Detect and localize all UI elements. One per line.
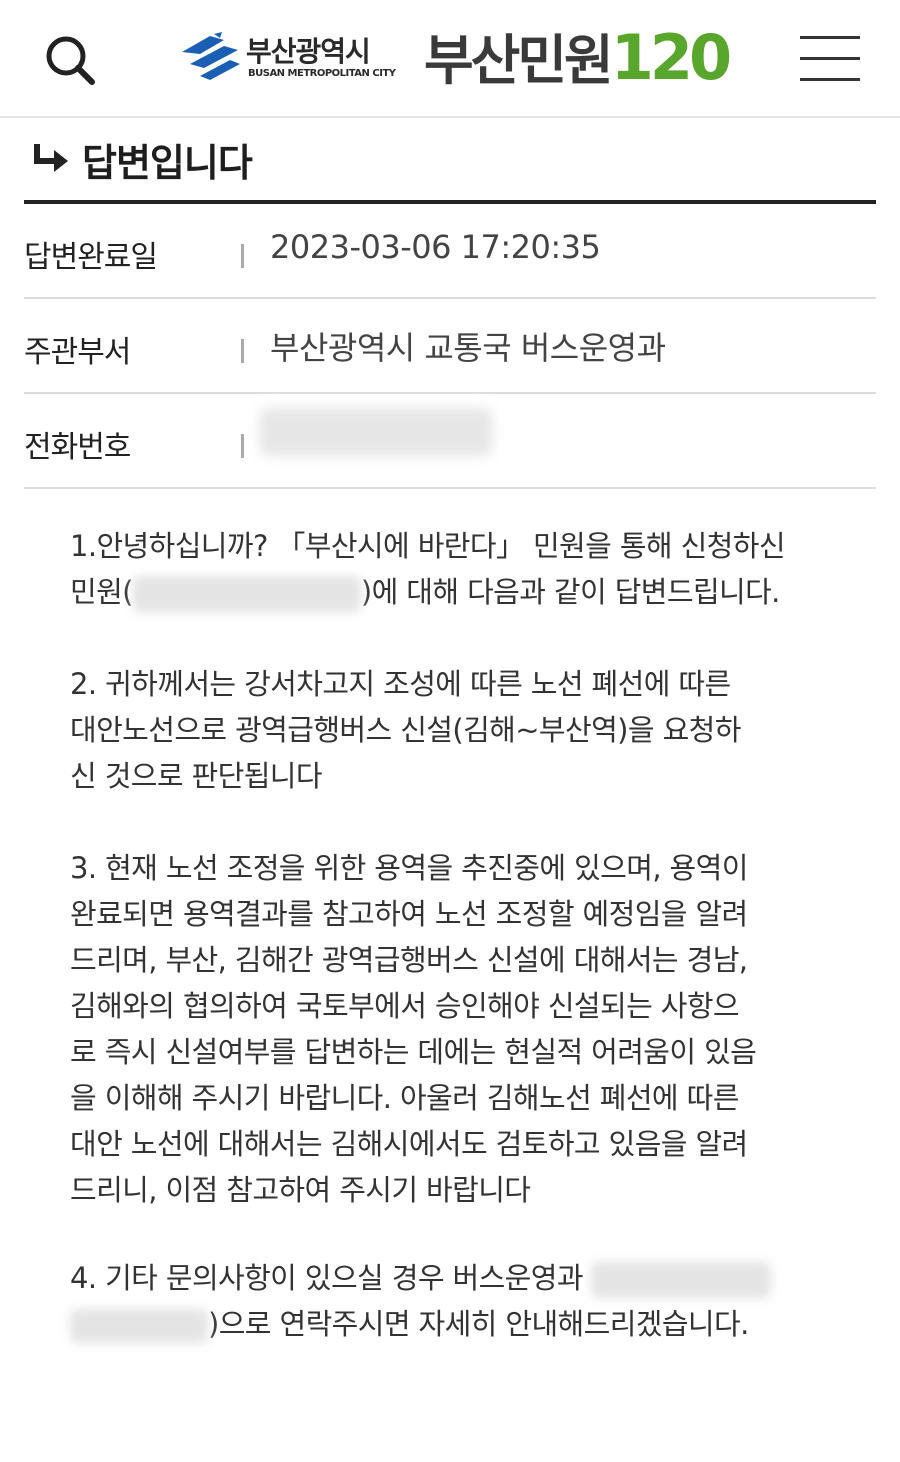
service-number: 120 xyxy=(610,21,732,94)
menu-button[interactable] xyxy=(800,36,860,82)
answer-line: 신 것으로 판단됩니다 xyxy=(70,759,323,793)
redacted-complaint-number-blur xyxy=(132,576,361,612)
answer-line: 드리니, 이점 참고하여 주시기 바랍니다 xyxy=(70,1173,531,1207)
info-row-phone: 전화번호 xyxy=(24,394,876,489)
busan-seagull-logo-icon xyxy=(182,32,240,80)
answer-line: 완료되면 용역결과를 참고하여 노선 조정할 예정임을 알려 xyxy=(70,897,748,931)
completed-date-label: 답변완료일 xyxy=(24,240,158,275)
separator xyxy=(241,434,244,458)
answer-line: 로 즉시 신설여부를 답변하는 데에는 현실적 어려움이 있음 xyxy=(70,1035,757,1069)
answer-text: 4. 기타 문의사항이 있으실 경우 버스운영과 xyxy=(70,1261,584,1295)
department-value: 부산광역시 교통국 버스운영과 xyxy=(270,329,666,367)
redacted-phone-blur xyxy=(260,408,492,456)
answer-line: 1.안녕하십니까? 「부산시에 바란다」 민원을 통해 신청하신 xyxy=(70,529,786,563)
answer-line: 4. 기타 문의사항이 있으실 경우 버스운영과 xyxy=(70,1258,771,1298)
busan-city-logo[interactable]: 부산광역시 BUSAN METROPOLITAN CITY xyxy=(180,26,396,88)
service-title[interactable]: 부산민원120 xyxy=(424,26,732,93)
separator xyxy=(241,244,244,268)
answer-line: 을 이해해 주시기 바랍니다. 아울러 김해노선 폐선에 따른 xyxy=(70,1081,739,1115)
answer-text: 민원( xyxy=(70,575,133,609)
section-heading: 답변입니다 xyxy=(24,128,876,204)
answer-line: 2. 귀하께서는 강서차고지 조성에 따른 노선 폐선에 따른 xyxy=(70,667,731,701)
service-name: 부산민원 xyxy=(424,29,614,92)
search-button[interactable] xyxy=(40,30,100,90)
department-label: 주관부서 xyxy=(24,335,131,370)
separator xyxy=(241,339,244,363)
info-row-department: 주관부서 부산광역시 교통국 버스운영과 xyxy=(24,299,876,394)
redacted-phone-blur xyxy=(70,1309,208,1343)
completed-date-value: 2023-03-06 17:20:35 xyxy=(270,228,601,266)
answer-line: 민원( )에 대해 다음과 같이 답변드립니다. xyxy=(70,572,780,612)
answer-text: )에 대해 다음과 같이 답변드립니다. xyxy=(360,575,781,609)
answer-line: 김해와의 협의하여 국토부에서 승인해야 신설되는 사항으 xyxy=(70,989,740,1023)
search-icon xyxy=(46,36,95,85)
answer-line: 대안 노선에 대해서는 김해시에서도 검토하고 있음을 알려 xyxy=(70,1127,748,1161)
section-title: 답변입니다 xyxy=(82,141,253,185)
redacted-phone-blur xyxy=(590,1262,771,1298)
answer-line: 대안노선으로 광역급행버스 신설(김해~부산역)을 요청하 xyxy=(70,713,741,747)
logo-city-name: 부산광역시 xyxy=(246,35,371,68)
answer-text: )으로 연락주시면 자세히 안내해드리겠습니다. xyxy=(208,1307,749,1341)
answer-line: 드리며, 부산, 김해간 광역급행버스 신설에 대해서는 경남, xyxy=(70,943,748,977)
return-arrow-icon xyxy=(34,144,68,172)
info-row-completed-date: 답변완료일 2023-03-06 17:20:35 xyxy=(24,204,876,299)
answer-line: 3. 현재 노선 조정을 위한 용역을 추진중에 있으며, 용역이 xyxy=(70,851,748,885)
logo-city-name-en: BUSAN METROPOLITAN CITY xyxy=(248,68,396,79)
phone-label: 전화번호 xyxy=(24,430,131,465)
answer-line: )으로 연락주시면 자세히 안내해드리겠습니다. xyxy=(70,1304,749,1344)
app-header: 부산광역시 BUSAN METROPOLITAN CITY 부산민원120 xyxy=(0,0,900,118)
